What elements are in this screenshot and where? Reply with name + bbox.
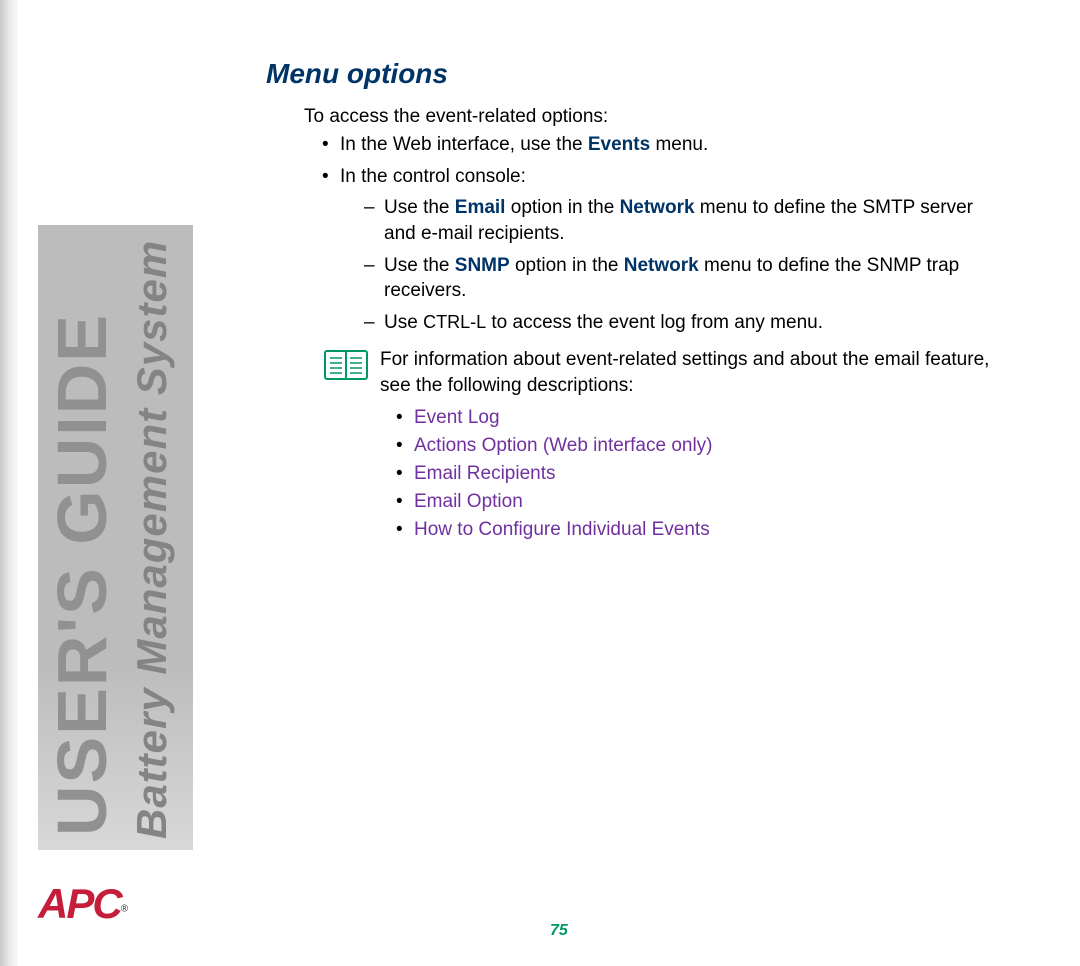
sidebar-title-sub: Battery Management System xyxy=(128,240,176,839)
text-fragment: Use the xyxy=(384,255,455,276)
hyperlink[interactable]: Email Option xyxy=(414,491,523,512)
logo-text: APC xyxy=(38,880,121,927)
logo-registered-mark: ® xyxy=(121,904,128,915)
text-fragment: option in the xyxy=(510,255,624,276)
intro-text: To access the event-related options: xyxy=(304,106,1006,128)
bullet-text-prefix: In the Web interface, use the xyxy=(340,134,588,155)
dash-item-0: Use the Email option in the Network menu… xyxy=(364,195,1006,246)
page-container: USER'S GUIDE Battery Management System A… xyxy=(0,0,1080,966)
page-number: 75 xyxy=(550,922,568,940)
bold-term: SNMP xyxy=(455,255,510,276)
logo: APC® xyxy=(38,880,158,920)
dash-item-2: Use CTRL-L to access the event log from … xyxy=(364,310,1006,336)
book-icon xyxy=(324,349,368,386)
link-list: Event Log Actions Option (Web interface o… xyxy=(396,407,1006,541)
page-binding-gradient xyxy=(0,0,18,966)
bullet-text: In the control console: xyxy=(340,166,526,187)
text-fragment: to access the event log from any menu. xyxy=(486,312,823,333)
info-box: For information about event-related sett… xyxy=(324,347,1006,398)
hyperlink[interactable]: Event Log xyxy=(414,407,500,428)
text-fragment: option in the xyxy=(505,197,619,218)
link-item-1: Actions Option (Web interface only) xyxy=(396,435,1006,457)
bold-term: Network xyxy=(624,255,699,276)
hyperlink[interactable]: How to Configure Individual Events xyxy=(414,519,710,540)
link-item-4: How to Configure Individual Events xyxy=(396,519,1006,541)
link-item-2: Email Recipients xyxy=(396,463,1006,485)
sidebar-title-main: USER'S GUIDE xyxy=(42,313,122,836)
bullet-item-control-console: In the control console: Use the Email op… xyxy=(322,164,1006,336)
content-area: Menu options To access the event-related… xyxy=(266,58,1006,547)
link-item-3: Email Option xyxy=(396,491,1006,513)
bold-term-events: Events xyxy=(588,134,650,155)
dash-item-1: Use the SNMP option in the Network menu … xyxy=(364,253,1006,304)
bold-term: Email xyxy=(455,197,506,218)
link-item-0: Event Log xyxy=(396,407,1006,429)
text-fragment: Use the xyxy=(384,197,455,218)
bullet-text-suffix: menu. xyxy=(650,134,708,155)
hyperlink[interactable]: Actions Option (Web interface only) xyxy=(414,435,713,456)
section-heading: Menu options xyxy=(266,58,1006,90)
info-text: For information about event-related sett… xyxy=(380,347,1006,398)
bold-term: Network xyxy=(620,197,695,218)
hyperlink[interactable]: Email Recipients xyxy=(414,463,556,484)
bullet-item-web-interface: In the Web interface, use the Events men… xyxy=(322,132,1006,158)
main-bullet-list: In the Web interface, use the Events men… xyxy=(322,132,1006,335)
dash-sublist: Use the Email option in the Network menu… xyxy=(364,195,1006,335)
keyboard-shortcut: CTRL-L xyxy=(423,312,486,332)
text-fragment: Use xyxy=(384,312,423,333)
